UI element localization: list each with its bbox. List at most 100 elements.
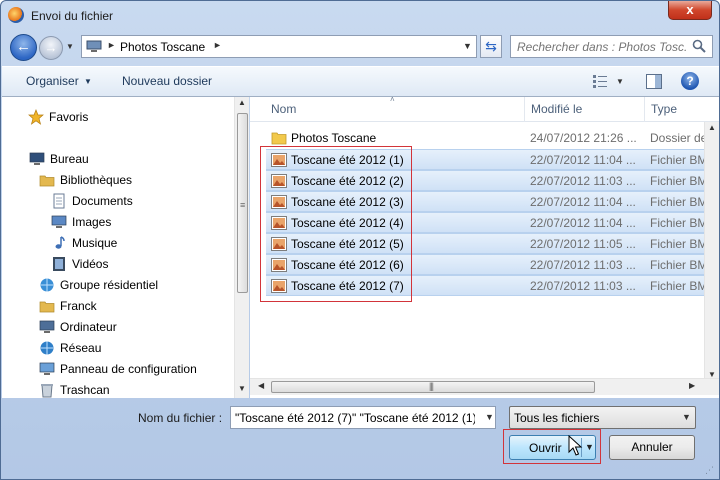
close-button[interactable]: x xyxy=(668,1,712,20)
modified-date-cell: 22/07/2012 11:04 ... xyxy=(530,153,636,167)
nav-item-recycle-bin[interactable]: Trashcan xyxy=(2,380,232,400)
search-input[interactable] xyxy=(517,40,687,54)
recent-locations-chevron-icon[interactable]: ▼ xyxy=(66,42,74,51)
nav-item-label: Ordinateur xyxy=(60,320,117,334)
nav-item-pictures[interactable]: Images xyxy=(2,212,232,232)
breadcrumb-separator-icon[interactable]: ► xyxy=(107,40,116,50)
breadcrumb-photos-toscane[interactable]: Photos Toscane xyxy=(120,40,205,54)
command-bar: Organiser ▼ Nouveau dossier ▼ ? xyxy=(2,66,719,97)
dialog-window: Envoi du fichier x ← → ▼ ► Photos Toscan… xyxy=(0,0,720,480)
scroll-up-icon[interactable]: ▲ xyxy=(238,98,246,107)
cancel-button[interactable]: Annuler xyxy=(609,435,695,460)
nav-item-control-panel[interactable]: Panneau de configuration xyxy=(2,359,232,379)
scroll-thumb[interactable]: ||| xyxy=(271,381,595,393)
nav-item-label: Musique xyxy=(72,236,118,250)
star-icon xyxy=(28,109,44,125)
libraries-icon xyxy=(39,172,55,188)
navigation-scrollbar[interactable]: ▲ ≡ ▼ xyxy=(234,97,249,398)
nav-item-label: Documents xyxy=(72,194,133,208)
file-list-vertical-scrollbar[interactable]: ▲ ▼ xyxy=(704,122,719,382)
nav-item-label: Groupe résidentiel xyxy=(60,278,159,292)
recycle-bin-icon xyxy=(39,382,55,398)
filename-dropdown-icon[interactable]: ▼ xyxy=(485,412,494,422)
organize-dropdown-icon[interactable]: ▼ xyxy=(84,77,92,86)
file-list-horizontal-scrollbar[interactable]: ◀ ||| ▶ xyxy=(250,378,719,395)
folder-icon xyxy=(271,131,287,145)
nav-item-label: Images xyxy=(72,215,112,229)
column-header-modified[interactable]: Modifié le xyxy=(531,102,582,116)
refresh-button[interactable]: ⇆ xyxy=(480,35,502,58)
network-icon xyxy=(39,340,55,356)
navigation-pane: Favoris Bureau Bibliothèques Documents Image… xyxy=(2,97,249,398)
nav-item-user-folder[interactable]: Franck xyxy=(2,296,232,316)
modified-date-cell: 22/07/2012 11:04 ... xyxy=(530,195,636,209)
new-folder-button[interactable]: Nouveau dossier xyxy=(122,74,212,88)
file-type-filter-value: Tous les fichiers xyxy=(514,411,600,425)
nav-item-desktop[interactable]: Bureau xyxy=(2,149,232,169)
filename-combobox[interactable]: "Toscane été 2012 (7)" "Toscane été 2012… xyxy=(230,406,496,429)
search-box[interactable] xyxy=(510,35,713,58)
scroll-right-icon[interactable]: ▶ xyxy=(689,381,695,390)
window-title: Envoi du fichier xyxy=(31,9,114,23)
nav-item-videos[interactable]: Vidéos xyxy=(2,254,232,274)
desktop-icon xyxy=(29,151,45,167)
help-icon[interactable]: ? xyxy=(681,72,699,90)
homegroup-icon xyxy=(39,277,55,293)
search-icon xyxy=(692,39,706,53)
filename-input[interactable]: "Toscane été 2012 (7)" "Toscane été 2012… xyxy=(235,411,475,425)
grip-icon: ||| xyxy=(429,381,434,391)
nav-item-label: Franck xyxy=(60,299,97,313)
scroll-left-icon[interactable]: ◀ xyxy=(258,381,264,390)
nav-item-computer[interactable]: Ordinateur xyxy=(2,317,232,337)
scroll-up-icon[interactable]: ▲ xyxy=(708,123,716,132)
videos-icon xyxy=(51,256,67,272)
nav-item-label: Panneau de configuration xyxy=(60,362,197,376)
filter-dropdown-icon[interactable]: ▼ xyxy=(682,412,691,422)
column-header-row: Nom ˄ Modifié le Type xyxy=(250,95,719,122)
column-divider[interactable] xyxy=(524,97,525,122)
modified-date-cell: 22/07/2012 11:03 ... xyxy=(530,174,636,188)
modified-date-cell: 24/07/2012 21:26 ... xyxy=(530,131,637,145)
address-dropdown-icon[interactable]: ▼ xyxy=(463,41,472,51)
address-bar[interactable]: ► Photos Toscane ► ▼ xyxy=(81,35,477,58)
pictures-icon xyxy=(51,214,67,230)
nav-item-label: Favoris xyxy=(49,110,89,124)
filename-label: Nom du fichier : xyxy=(138,411,223,425)
breadcrumb-separator-icon[interactable]: ► xyxy=(213,40,222,50)
user-folder-icon xyxy=(39,298,55,314)
nav-item-network[interactable]: Réseau xyxy=(2,338,232,358)
column-header-type[interactable]: Type xyxy=(651,102,677,116)
scroll-thumb[interactable]: ≡ xyxy=(237,113,248,293)
grip-icon: ≡ xyxy=(240,200,246,210)
back-arrow-icon: ← xyxy=(16,38,31,55)
selection-highlight-annotation xyxy=(260,146,412,302)
column-divider[interactable] xyxy=(644,97,645,122)
resize-grip-icon[interactable]: ⋰ xyxy=(705,465,714,476)
nav-item-label: Réseau xyxy=(60,341,102,355)
organize-button[interactable]: Organiser xyxy=(26,74,79,88)
sort-ascending-icon: ˄ xyxy=(390,95,395,104)
nav-item-label: Vidéos xyxy=(72,257,109,271)
nav-item-homegroup[interactable]: Groupe résidentiel xyxy=(2,275,232,295)
refresh-icon: ⇆ xyxy=(485,38,497,54)
nav-item-music[interactable]: Musique xyxy=(2,233,232,253)
modified-date-cell: 22/07/2012 11:05 ... xyxy=(530,237,636,251)
preview-pane-button[interactable] xyxy=(646,74,662,89)
change-view-icon[interactable] xyxy=(592,73,608,89)
nav-item-documents[interactable]: Documents xyxy=(2,191,232,211)
nav-item-libraries[interactable]: Bibliothèques xyxy=(2,170,232,190)
firefox-icon xyxy=(8,7,24,23)
modified-date-cell: 22/07/2012 11:03 ... xyxy=(530,258,636,272)
music-icon xyxy=(51,235,67,251)
forward-button[interactable]: → xyxy=(39,36,63,60)
scroll-down-icon[interactable]: ▼ xyxy=(238,384,246,393)
column-header-name[interactable]: Nom xyxy=(271,102,296,116)
view-options-dropdown-icon[interactable]: ▼ xyxy=(616,77,624,86)
open-options-dropdown-icon[interactable]: ▼ xyxy=(585,442,594,452)
title-bar[interactable]: Envoi du fichier x xyxy=(1,1,719,31)
open-button-label: Ouvrir xyxy=(529,441,562,455)
file-type-filter-select[interactable]: Tous les fichiers ▼ xyxy=(509,406,696,429)
modified-date-cell: 22/07/2012 11:04 ... xyxy=(530,216,636,230)
nav-item-star[interactable]: Favoris xyxy=(2,107,232,127)
back-button[interactable]: ← xyxy=(10,34,37,61)
